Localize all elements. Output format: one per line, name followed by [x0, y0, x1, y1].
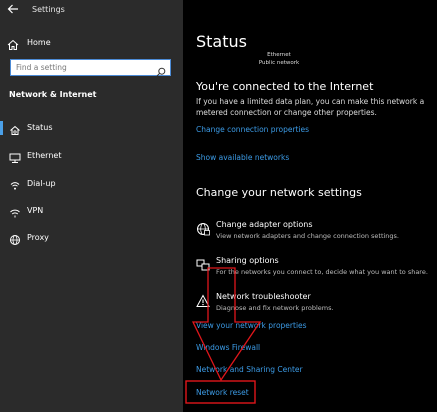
change-settings-heading: Change your network settings	[196, 186, 362, 199]
option-title: Sharing options	[216, 256, 279, 265]
sidebar-item-label: Dial-up	[27, 179, 56, 188]
adapter-icon	[196, 221, 210, 240]
sidebar-item-label: Ethernet	[27, 151, 62, 160]
back-button[interactable]	[4, 3, 22, 21]
option-description: View network adapters and change connect…	[216, 232, 399, 240]
page-title: Status	[196, 32, 247, 51]
network-reset-link[interactable]: Network reset	[196, 388, 249, 397]
show-available-networks-link[interactable]: Show available networks	[196, 153, 289, 162]
change-adapter-options[interactable]: Change adapter options View network adap…	[196, 220, 436, 250]
search-icon[interactable]	[156, 62, 166, 81]
back-arrow-icon	[7, 4, 18, 14]
home-nav-item[interactable]: Home	[0, 35, 183, 53]
main-content: Status Ethernet Public network You're co…	[183, 0, 437, 412]
windows-firewall-link[interactable]: Windows Firewall	[196, 343, 260, 352]
view-network-properties-link[interactable]: View your network properties	[196, 321, 307, 330]
network-name: Ethernet	[267, 52, 291, 58]
home-label: Home	[27, 38, 51, 47]
sidebar-item-label: VPN	[27, 206, 44, 215]
network-type: Public network	[258, 60, 300, 66]
connected-heading: You're connected to the Internet	[196, 80, 374, 93]
sidebar: Settings Home Network & Internet Status	[0, 0, 183, 412]
dial-up-icon	[9, 177, 21, 196]
sidebar-item-status[interactable]: Status	[0, 119, 183, 137]
sidebar-item-vpn[interactable]: VPN	[0, 202, 183, 220]
title-bar: Settings	[0, 0, 183, 24]
search-input[interactable]	[16, 61, 156, 74]
globe-icon	[9, 231, 21, 250]
sidebar-item-proxy[interactable]: Proxy	[0, 229, 183, 247]
sharing-options[interactable]: Sharing options For the networks you con…	[196, 256, 436, 286]
sharing-icon	[196, 257, 210, 276]
option-title: Network troubleshooter	[216, 292, 311, 301]
network-troubleshooter[interactable]: Network troubleshooter Diagnose and fix …	[196, 292, 436, 322]
warning-icon	[196, 293, 210, 312]
connected-description: If you have a limited data plan, you can…	[196, 97, 425, 117]
sidebar-item-dial-up[interactable]: Dial-up	[0, 175, 183, 193]
vpn-icon	[9, 204, 21, 223]
ethernet-icon	[9, 149, 21, 168]
home-icon	[7, 36, 19, 55]
search-box[interactable]	[10, 59, 171, 77]
option-description: Diagnose and fix network problems.	[216, 304, 334, 312]
section-title: Network & Internet	[9, 90, 97, 99]
sidebar-item-label: Status	[27, 123, 53, 132]
option-description: For the networks you connect to, decide …	[216, 268, 428, 276]
network-info: Ethernet Public network	[258, 51, 300, 67]
change-connection-properties-link[interactable]: Change connection properties	[196, 125, 309, 134]
option-title: Change adapter options	[216, 220, 313, 229]
sidebar-item-ethernet[interactable]: Ethernet	[0, 147, 183, 165]
sidebar-item-label: Proxy	[27, 233, 49, 242]
app-title: Settings	[32, 5, 65, 14]
home-globe-icon	[9, 121, 21, 140]
network-sharing-center-link[interactable]: Network and Sharing Center	[196, 365, 303, 374]
